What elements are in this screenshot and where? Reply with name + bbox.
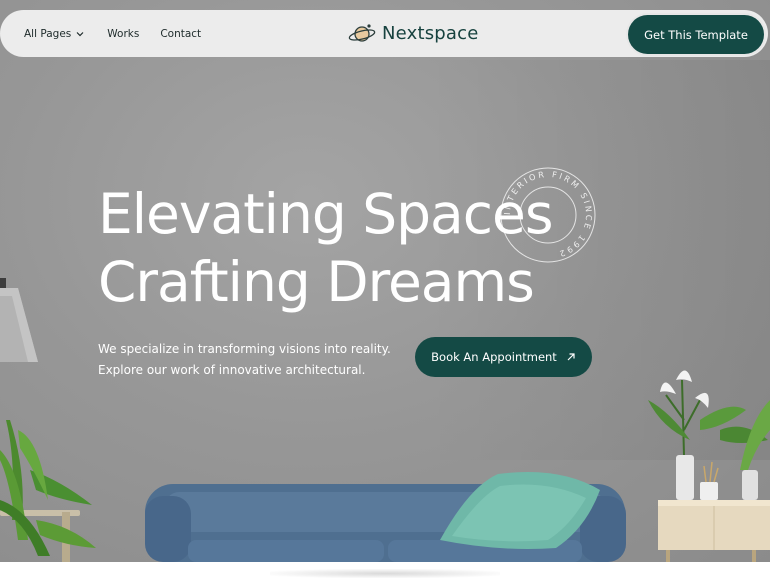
brand-name: Nextspace [382, 23, 479, 44]
badge-text: INTERIOR FIRM SINCE 1992 [502, 169, 592, 260]
headline-line-1: Elevating Spaces [98, 182, 553, 246]
right-decor [648, 370, 770, 562]
sofa [145, 472, 626, 562]
book-appointment-button[interactable]: Book An Appointment [415, 337, 592, 377]
hero-subtext: We specialize in transforming visions in… [98, 339, 391, 381]
floor-lamp [0, 278, 38, 362]
nav-link-all-pages[interactable]: All Pages [24, 28, 86, 40]
brand-logo[interactable]: Nextspace [348, 10, 479, 57]
bottom-glow [270, 569, 500, 578]
book-appointment-label: Book An Appointment [431, 350, 557, 364]
chevron-down-icon [76, 31, 84, 36]
bottom-strip [0, 562, 770, 578]
nav-link-contact[interactable]: Contact [160, 28, 201, 40]
hero-headline: Elevating Spaces Crafting Dreams [98, 180, 553, 316]
subtext-line-1: We specialize in transforming visions in… [98, 342, 391, 356]
subtext-line-2: Explore our work of innovative architect… [98, 363, 366, 377]
svg-text:INTERIOR FIRM SINCE 1992: INTERIOR FIRM SINCE 1992 [502, 169, 594, 260]
arrow-up-right-icon [567, 353, 575, 361]
hero-section: All Pages Works Contact Nextspace Get Th… [0, 0, 770, 562]
get-template-button[interactable]: Get This Template [628, 15, 764, 54]
headline-line-2: Crafting Dreams [98, 250, 535, 314]
since-badge: INTERIOR FIRM SINCE 1992 [500, 167, 596, 263]
left-plant [0, 420, 96, 562]
nav-link-works[interactable]: Works [107, 28, 139, 40]
nav-links: All Pages Works Contact [24, 10, 222, 57]
planet-logo-icon [348, 23, 376, 42]
nav-link-all-pages-label: All Pages [24, 27, 72, 40]
